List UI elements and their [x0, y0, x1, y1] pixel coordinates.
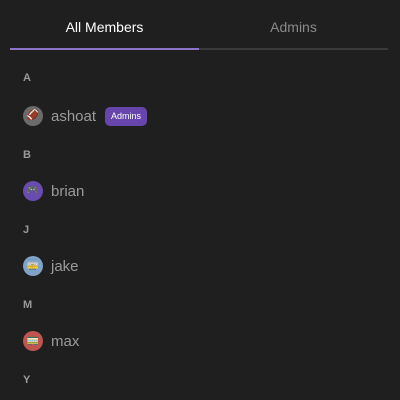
- member-name: max: [51, 332, 80, 350]
- member-name: brian: [51, 182, 85, 200]
- member-row-max[interactable]: 🚃 max: [23, 329, 79, 353]
- train-car-icon: 🚃: [26, 335, 40, 346]
- avatar: 🚃: [23, 331, 43, 351]
- game-controller-icon: 🎮: [26, 185, 40, 196]
- section-header-b: B: [23, 149, 31, 161]
- tram-icon: 🚋: [26, 260, 40, 271]
- member-row-jake[interactable]: 🚋 jake: [23, 254, 79, 278]
- member-name: ashoat: [51, 107, 97, 125]
- avatar: 🚋: [23, 256, 43, 276]
- member-row-ashoat[interactable]: 🏈 ashoat Admins: [23, 104, 148, 128]
- football-icon: 🏈: [26, 110, 40, 121]
- tab-all-members[interactable]: All Members: [10, 0, 199, 50]
- member-tabs: All Members Admins: [10, 0, 388, 50]
- admin-badge: Admins: [105, 106, 148, 126]
- section-header-j: J: [23, 224, 30, 236]
- section-header-m: M: [23, 299, 33, 311]
- section-header-y: Y: [23, 374, 31, 386]
- avatar: 🏈: [23, 106, 43, 126]
- section-header-a: A: [23, 72, 31, 84]
- member-row-brian[interactable]: 🎮 brian: [23, 179, 84, 203]
- tab-admins[interactable]: Admins: [199, 0, 388, 48]
- avatar: 🎮: [23, 181, 43, 201]
- member-name: jake: [51, 257, 79, 275]
